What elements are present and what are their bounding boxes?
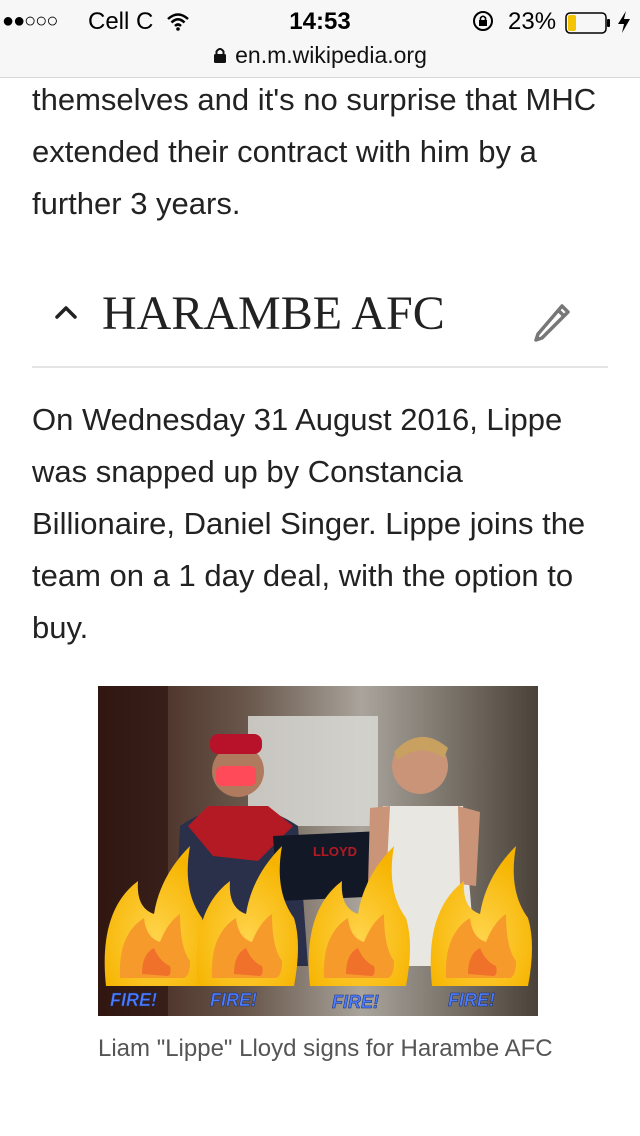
battery-icon	[565, 12, 610, 34]
paragraph-before: themselves and it's no surprise that MHC…	[32, 82, 597, 221]
battery-level-fill	[568, 15, 576, 31]
charging-bolt-icon	[618, 11, 630, 33]
chevron-up-icon[interactable]	[54, 304, 78, 320]
section-title: HARAMBE AFC	[102, 287, 445, 340]
lock-icon	[214, 48, 227, 63]
photo-illustration: LLOYD FIRE! FIRE! FIRE! FIRE!	[98, 686, 538, 1016]
url-text[interactable]: en.m.wikipedia.org	[235, 42, 427, 68]
battery-percent: 23%	[508, 8, 557, 35]
article-image[interactable]: LLOYD FIRE! FIRE! FIRE! FIRE!	[98, 686, 538, 1016]
fire-label-4: FIRE!	[448, 990, 495, 1010]
status-bar: ●●○○○ Cell C 14:53 23% en.m.wikipedia.or…	[0, 0, 640, 78]
fire-label-2: FIRE!	[210, 990, 257, 1010]
section-header[interactable]: HARAMBE AFC	[32, 280, 608, 368]
address-bar[interactable]: en.m.wikipedia.org	[0, 42, 640, 69]
pencil-edit-icon[interactable]	[530, 300, 574, 344]
jersey-text: LLOYD	[313, 844, 357, 859]
rotation-lock-icon	[473, 11, 493, 31]
status-row: ●●○○○ Cell C 14:53 23%	[0, 6, 640, 38]
section-paragraph: On Wednesday 31 August 2016, Lippe was s…	[32, 402, 586, 645]
fire-label-3: FIRE!	[332, 992, 379, 1012]
fire-label-1: FIRE!	[110, 990, 157, 1010]
image-caption: Liam "Lippe" Lloyd signs for Harambe AFC	[98, 1035, 553, 1062]
